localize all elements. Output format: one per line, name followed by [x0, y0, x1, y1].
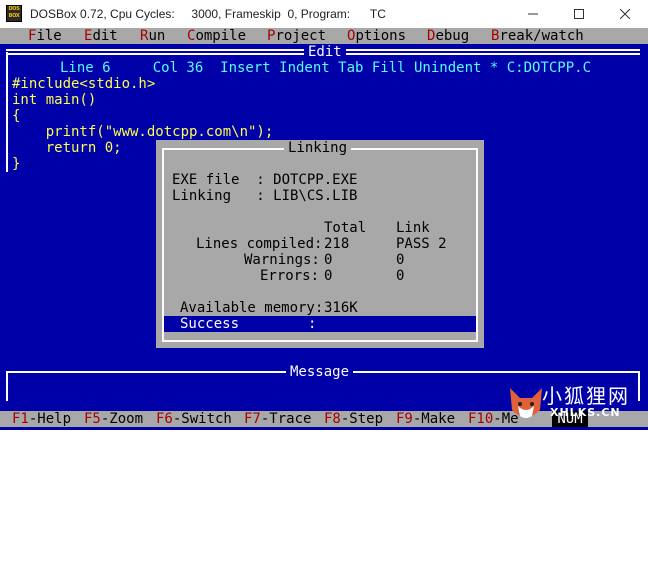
errors-link: 0: [396, 268, 405, 284]
menu-break-watch[interactable]: Break/watch: [491, 28, 584, 44]
menu-label: un: [148, 28, 166, 44]
menu-label: dit: [92, 28, 118, 44]
menu-label: ptions: [355, 28, 407, 44]
watermark: 小狐狸网 XHLKS.CN: [506, 380, 644, 426]
success-label: Success: [180, 316, 240, 332]
f7-trace-key[interactable]: F7-Trace: [244, 411, 311, 427]
fkey-label: -Trace: [260, 411, 312, 427]
lines-compiled-link: PASS 2: [396, 236, 447, 252]
menu-label: reak/watch: [499, 28, 584, 44]
message-frame-left: [6, 371, 8, 401]
code-line: {: [12, 108, 21, 124]
code-line: return 0;: [12, 140, 122, 156]
menu-edit[interactable]: Edit: [84, 28, 118, 44]
warnings-label: Warnings:: [244, 252, 320, 268]
menu-label: roject: [275, 28, 327, 44]
edit-window-title: Edit: [304, 44, 346, 60]
edit-frame-left: [6, 52, 8, 172]
warnings-link: 0: [396, 252, 405, 268]
errors-label: Errors:: [260, 268, 320, 284]
fkey-code: F7: [244, 411, 261, 427]
menu-compile[interactable]: Compile: [187, 28, 246, 44]
fkey-code: F1: [12, 411, 29, 427]
fox-logo-icon: [510, 388, 542, 418]
column-total-header: Total: [324, 220, 367, 236]
errors-total: 0: [324, 268, 333, 284]
linking-line: Linking : LIB\CS.LIB: [172, 188, 358, 204]
menu-label: ebug: [435, 28, 470, 44]
fkey-label: -Help: [28, 411, 72, 427]
code-line: int main(): [12, 92, 97, 108]
window-title: DOSBox 0.72, Cpu Cycles: 3000, Frameskip…: [30, 7, 386, 21]
watermark-text: 小狐狸网: [542, 384, 630, 408]
fkey-label: -Step: [340, 411, 384, 427]
f8-step-key[interactable]: F8-Step: [324, 411, 383, 427]
window-titlebar: DOS BOX DOSBox 0.72, Cpu Cycles: 3000, F…: [0, 0, 648, 29]
icon-label-bottom: BOX: [8, 13, 20, 19]
lines-compiled-label: Lines compiled:: [196, 236, 323, 252]
minimize-button[interactable]: [510, 0, 556, 28]
fkey-code: F6: [156, 411, 173, 427]
success-bar: Success :: [164, 316, 476, 332]
lines-compiled-total: 218: [324, 236, 350, 252]
fkey-code: F10: [468, 411, 494, 427]
menu-run[interactable]: Run: [140, 28, 165, 44]
menu-debug[interactable]: Debug: [427, 28, 469, 44]
available-memory-label: Available memory:: [180, 300, 324, 316]
available-memory-value: 316K: [324, 300, 358, 316]
menu-label: ompile: [195, 28, 247, 44]
close-button[interactable]: [602, 0, 648, 28]
close-icon: [620, 9, 630, 19]
success-colon: :: [308, 316, 317, 332]
code-line: }: [12, 156, 21, 172]
code-line: #include<stdio.h>: [12, 76, 156, 92]
maximize-button[interactable]: [556, 0, 602, 28]
editor-status-line: Line 6 Col 36 Insert Indent Tab Fill Uni…: [60, 60, 592, 76]
menu-label: ile: [36, 28, 62, 44]
menu-options[interactable]: Options: [347, 28, 406, 44]
code-line: printf("www.dotcpp.com\n");: [12, 124, 274, 140]
menu-bar: File Edit Run Compile Project Options De…: [0, 28, 648, 44]
message-window-title: Message: [286, 364, 354, 380]
fkey-label: -Zoom: [100, 411, 144, 427]
dialog-title: Linking: [284, 140, 352, 156]
menu-project[interactable]: Project: [267, 28, 326, 44]
dosbox-app-icon: DOS BOX: [6, 5, 22, 22]
fkey-code: F9: [396, 411, 413, 427]
maximize-icon: [574, 9, 584, 19]
f5-zoom-key[interactable]: F5-Zoom: [84, 411, 143, 427]
fkey-code: F5: [84, 411, 101, 427]
f6-switch-key[interactable]: F6-Switch: [156, 411, 232, 427]
dos-screen: File Edit Run Compile Project Options De…: [0, 28, 648, 430]
column-link-header: Link: [396, 220, 430, 236]
minimize-icon: [528, 13, 538, 15]
icon-label-top: DOS: [8, 6, 20, 12]
fkey-label: -Switch: [172, 411, 232, 427]
f1-help-key[interactable]: F1-Help: [12, 411, 71, 427]
watermark-url: XHLKS.CN: [550, 406, 621, 419]
fkey-label: -Make: [412, 411, 456, 427]
fkey-code: F8: [324, 411, 341, 427]
exe-file-line: EXE file : DOTCPP.EXE: [172, 172, 358, 188]
warnings-total: 0: [324, 252, 333, 268]
f9-make-key[interactable]: F9-Make: [396, 411, 455, 427]
menu-file[interactable]: File: [28, 28, 62, 44]
